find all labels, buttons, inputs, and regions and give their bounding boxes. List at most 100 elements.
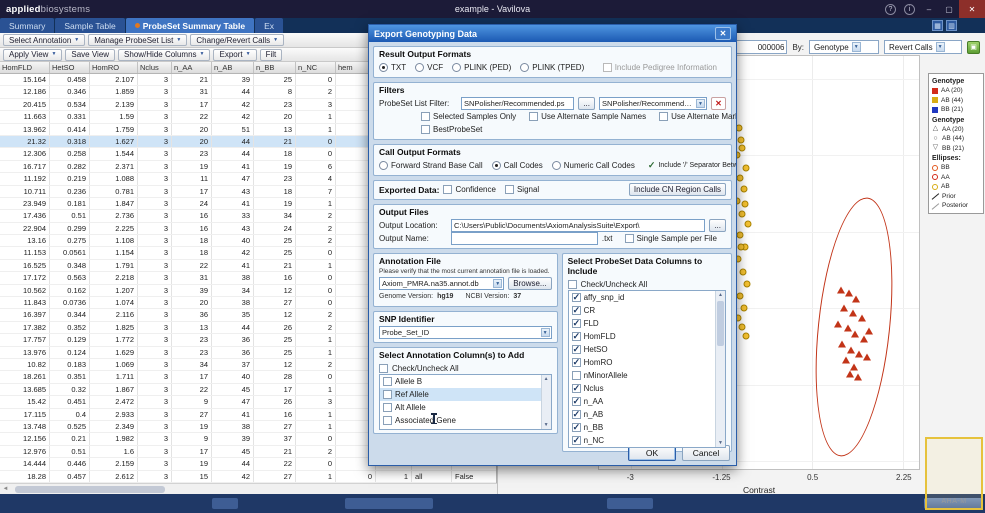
probeset-columns-list[interactable]: ▲ ▼ affy_snp_idCRFLDHomFLDHetSOHomROnMin… — [568, 290, 726, 448]
annotation-columns-list[interactable]: ▲ ▼ Allele BRef AlleleAlt AlleleAssociat… — [379, 374, 552, 430]
checkbox-include-pedigree-information[interactable]: Include Pedigree Information — [603, 63, 717, 72]
layout-split-icon[interactable]: ▥ — [946, 20, 957, 31]
column-header-nclus[interactable]: Nclus — [138, 62, 172, 73]
list-item-associated-gene[interactable]: Associated Gene — [380, 414, 551, 427]
radio-txt[interactable]: TXT — [379, 63, 406, 72]
toolbar-button-apply-view[interactable]: Apply View▼ — [3, 49, 62, 61]
column-header-homfld[interactable]: HomFLD — [0, 62, 50, 73]
checkbox-box[interactable] — [572, 423, 581, 432]
checkbox-box[interactable] — [572, 436, 581, 445]
tab-summary[interactable]: Summary — [0, 18, 54, 33]
list-item-cr[interactable]: CR — [569, 304, 725, 317]
scroll-down-icon[interactable]: ▼ — [544, 421, 549, 429]
filter-browse-button[interactable]: ... — [578, 97, 595, 110]
snp-identifier-combo[interactable]: Probe_Set_ID ▼ — [379, 326, 552, 339]
scroll-track[interactable] — [716, 299, 725, 439]
list-item-affy-snp-id[interactable]: affy_snp_id — [569, 291, 725, 304]
checkbox-box[interactable] — [572, 332, 581, 341]
checkbox-box[interactable] — [572, 410, 581, 419]
scrollbar-thumb[interactable] — [717, 301, 724, 346]
radio-plink-ped[interactable]: PLINK (PED) — [452, 63, 511, 72]
checkbox-box[interactable] — [572, 384, 581, 393]
check-all-annotation-checkbox[interactable] — [379, 364, 388, 373]
include-cn-region-calls-button[interactable]: Include CN Region Calls — [629, 183, 726, 196]
toolbar-button-manage-probeset-list[interactable]: Manage ProbeSet List▼ — [88, 34, 187, 46]
toolbar-button-change-revert-calls[interactable]: Change/Revert Calls▼ — [190, 34, 284, 46]
info-icon[interactable]: i — [904, 4, 915, 15]
column-header-homro[interactable]: HomRO — [90, 62, 138, 73]
checkbox-confidence[interactable]: Confidence — [443, 185, 495, 194]
probeset-filter-input[interactable]: SNPolisher/Recommended.ps — [461, 97, 574, 110]
checkbox-box[interactable] — [572, 345, 581, 354]
clear-filter-button[interactable]: ✕ — [711, 97, 726, 110]
checkbox-selected-samples-only[interactable]: Selected Samples Only — [421, 112, 516, 121]
checkbox-signal[interactable]: Signal — [505, 185, 539, 194]
checkbox-box[interactable] — [572, 371, 581, 380]
output-location-browse-button[interactable]: ... — [709, 219, 726, 232]
radio-forward-strand-base-call[interactable]: Forward Strand Base Call — [379, 161, 483, 170]
checkbox-box[interactable] — [572, 293, 581, 302]
maximize-icon[interactable]: ▢ — [939, 0, 959, 18]
radio-numeric-call-codes[interactable]: Numeric Call Codes — [552, 161, 635, 170]
scroll-track[interactable] — [542, 383, 551, 421]
column-header-n-bb[interactable]: n_BB — [254, 62, 296, 73]
list-item-n-nc[interactable]: n_NC — [569, 434, 725, 447]
scroll-down-icon[interactable]: ▼ — [718, 439, 723, 447]
checkbox-box[interactable] — [383, 390, 392, 399]
scroll-up-icon[interactable]: ▲ — [544, 375, 549, 383]
minimize-icon[interactable]: – — [919, 0, 939, 18]
tab-probeset-summary-table[interactable]: ProbeSet Summary Table — [126, 18, 254, 33]
checkbox-bestprobeset[interactable]: BestProbeSet — [421, 125, 482, 134]
list-scrollbar[interactable]: ▲ ▼ — [715, 291, 725, 447]
list-item-ref-allele[interactable]: Ref Allele — [380, 388, 551, 401]
list-item-n-ab[interactable]: n_AB — [569, 408, 725, 421]
list-item-nminorallele[interactable]: nMinorAllele — [569, 369, 725, 382]
scrollbar-thumb[interactable] — [15, 486, 165, 493]
output-location-input[interactable]: C:\Users\Public\Documents\AxiomAnalysisS… — [451, 219, 705, 232]
list-item-n-aa[interactable]: n_AA — [569, 395, 725, 408]
list-item-fld[interactable]: FLD — [569, 317, 725, 330]
filter-combo[interactable]: SNPolisher/Recommended.ps ▼ — [599, 97, 707, 110]
radio-call-codes[interactable]: Call Codes — [492, 161, 543, 170]
table-horizontal-scrollbar[interactable]: ◄ — [0, 483, 497, 494]
checkbox-use-alternate-marker-names[interactable]: Use Alternate Marker Names — [659, 112, 736, 121]
status-segment[interactable] — [212, 498, 238, 509]
output-name-input[interactable] — [451, 232, 598, 245]
checkbox-box[interactable] — [383, 377, 392, 386]
toolbar-button-show-hide-columns[interactable]: Show/Hide Columns▼ — [118, 49, 210, 61]
close-icon[interactable]: ✕ — [959, 0, 985, 18]
checkbox-box[interactable] — [572, 358, 581, 367]
sample-combo[interactable]: 000006 — [735, 40, 787, 54]
checkbox-single-sample-per-file[interactable]: Single Sample per File — [625, 234, 717, 243]
table-row[interactable]: 18.280.4572.6123154227101allFalse — [0, 471, 496, 483]
radio-vcf[interactable]: VCF — [415, 63, 443, 72]
status-segment[interactable] — [607, 498, 653, 509]
scroll-left-icon[interactable]: ◄ — [0, 486, 11, 492]
toolbar-button-select-annotation[interactable]: Select Annotation▼ — [3, 34, 85, 46]
list-scrollbar[interactable]: ▲ ▼ — [541, 375, 551, 429]
toolbar-button-filt[interactable]: Filt — [260, 49, 283, 61]
column-header-n-ab[interactable]: n_AB — [212, 62, 254, 73]
checkbox-box[interactable] — [383, 416, 392, 425]
revert-calls-combo[interactable]: Revert Calls ▼ — [884, 40, 962, 54]
status-segment[interactable] — [345, 498, 433, 509]
column-header-n-aa[interactable]: n_AA — [172, 62, 212, 73]
toolbar-button-export[interactable]: Export▼ — [213, 49, 256, 61]
toolbar-button-save-view[interactable]: Save View — [65, 49, 115, 61]
list-item-nclus[interactable]: Nclus — [569, 382, 725, 395]
separator-option[interactable]: ✓ Include '/' Separator Between Alleles — [648, 160, 736, 171]
column-header-hetso[interactable]: HetSO — [50, 62, 90, 73]
list-item-alt-allele[interactable]: Alt Allele — [380, 401, 551, 414]
annotation-file-combo[interactable]: Axiom_PMRA.na35.annot.db ▼ — [379, 277, 504, 290]
tab-sample-table[interactable]: Sample Table — [55, 18, 124, 33]
list-item-homfld[interactable]: HomFLD — [569, 330, 725, 343]
dialog-titlebar[interactable]: Export Genotyping Data ✕ — [369, 25, 736, 42]
check-all-probeset-checkbox[interactable] — [568, 280, 577, 289]
scroll-up-icon[interactable]: ▲ — [718, 291, 723, 299]
checkbox-box[interactable] — [572, 306, 581, 315]
list-item-hetso[interactable]: HetSO — [569, 343, 725, 356]
radio-plink-tped[interactable]: PLINK (TPED) — [520, 63, 584, 72]
color-by-combo[interactable]: Genotype ▼ — [809, 40, 879, 54]
checkbox-box[interactable] — [572, 397, 581, 406]
help-icon[interactable]: ? — [885, 4, 896, 15]
